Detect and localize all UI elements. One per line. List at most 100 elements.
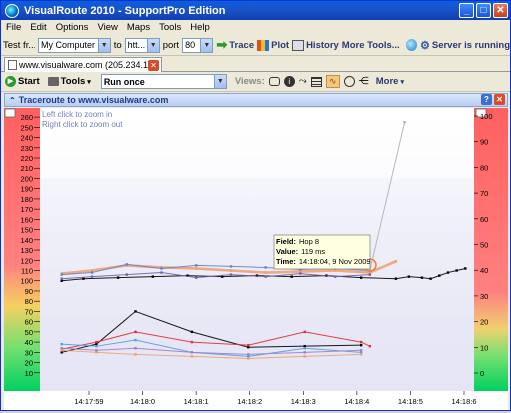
title-bar[interactable]: VisualRoute 2010 - SupportPro Edition _ … — [1, 1, 510, 20]
data-point — [160, 271, 163, 274]
trace-button[interactable]: ➡ Trace — [216, 37, 254, 53]
data-point — [95, 344, 98, 348]
view-list-icon[interactable] — [268, 77, 280, 86]
data-point — [247, 357, 250, 360]
views-label: Views: — [234, 76, 265, 87]
view-route-icon[interactable]: ⤳ — [299, 76, 307, 87]
more-views-button[interactable]: More ▾ — [376, 76, 404, 87]
view-clock-icon[interactable] — [343, 76, 355, 87]
y-left-tick-label: 150 — [20, 226, 33, 235]
data-point — [303, 347, 306, 350]
data-point — [134, 347, 137, 350]
x-tick-label: 14:18:0 — [130, 397, 155, 406]
menu-file[interactable]: File — [6, 22, 21, 33]
maximize-button[interactable]: □ — [476, 3, 491, 18]
data-point — [95, 340, 98, 344]
y-left-tick-label: 250 — [20, 123, 33, 132]
view-info-icon[interactable]: i — [283, 76, 295, 87]
y-right-tick-label: 40 — [480, 266, 488, 275]
y-right-tick-label: 80 — [480, 163, 488, 172]
view-network-icon[interactable]: ⋲ — [359, 76, 369, 87]
data-point — [60, 273, 63, 276]
data-point — [359, 340, 363, 344]
y-left-tick-label: 40 — [25, 338, 33, 347]
latency-graph[interactable]: 10 20 30 40 50 60 70 80 90 100 110 120 130 140 150 160 1… — [4, 108, 508, 410]
minimize-button[interactable]: _ — [459, 3, 474, 18]
data-point — [359, 343, 363, 347]
x-tick-label: 14:18:1 — [184, 397, 209, 406]
more-tools-button[interactable]: More Tools... — [342, 40, 400, 51]
tooltip-value-value: 119 ms — [301, 247, 325, 256]
data-point — [303, 330, 306, 334]
view-graph-icon[interactable]: ∿ — [325, 75, 340, 88]
x-tick-label: 14:18:2 — [237, 397, 262, 406]
run-mode-select[interactable]: Run once ▼ — [100, 74, 227, 89]
data-point — [407, 275, 411, 278]
menu-options[interactable]: Options — [56, 22, 89, 33]
latency-graph-svg[interactable]: 1020304050607080901001101201301401501601… — [4, 108, 508, 410]
svg-text:Value:119 ms: Value: 119 ms — [276, 247, 325, 256]
menu-help[interactable]: Help — [190, 22, 210, 33]
tooltip-value-label: Value: — [276, 247, 298, 256]
help-icon[interactable]: ? — [481, 94, 492, 105]
port-value: 80 — [185, 40, 196, 50]
menu-edit[interactable]: Edit — [30, 22, 46, 33]
port-select[interactable]: 80 ▼ — [182, 37, 214, 53]
view-table-icon[interactable] — [310, 76, 322, 87]
y-right-tick-label: 50 — [480, 241, 488, 250]
start-button[interactable]: ▶ Start — [5, 76, 40, 87]
menu-tools[interactable]: Tools — [159, 22, 181, 33]
y-left-tick-label: 220 — [20, 154, 33, 163]
chevron-down-icon: ▼ — [146, 38, 159, 52]
data-point — [60, 347, 63, 350]
y-left-tick-label: 200 — [20, 174, 33, 183]
run-mode-value: Run once — [103, 76, 145, 87]
history-button[interactable]: History — [292, 39, 339, 51]
menu-maps[interactable]: Maps — [127, 22, 150, 33]
data-point — [303, 355, 306, 358]
tooltip-time-value: 14:18:04, 9 Nov 2009 — [299, 257, 371, 266]
test-from-select[interactable]: My Computer ▼ — [38, 37, 111, 53]
y-left-tick-label: 10 — [25, 369, 33, 378]
y-right-tick-label: 60 — [480, 215, 488, 224]
play-icon: ▶ — [5, 76, 16, 87]
menu-bar: File Edit Options View Maps Tools Help — [1, 20, 510, 35]
data-point — [299, 270, 302, 273]
server-status[interactable]: ⚙ Server is running — [420, 39, 510, 52]
collapse-icon[interactable]: ⌃ — [9, 96, 16, 105]
y-right-tick-label: 70 — [480, 189, 488, 198]
tab-trace[interactable]: www.visualware.com (205.234.11... ✕ — [4, 57, 162, 72]
main-toolbar: Test fr... My Computer ▼ to htt... ▼ por… — [1, 35, 510, 56]
tab-label: www.visualware.com (205.234.11... — [19, 60, 160, 70]
data-point — [60, 349, 63, 352]
tab-bar: www.visualware.com (205.234.11... ✕ — [1, 56, 510, 72]
chevron-down-icon: ▾ — [87, 78, 91, 86]
data-point — [134, 338, 137, 342]
zoom-icon — [4, 108, 16, 118]
target-select[interactable]: htt... ▼ — [124, 37, 160, 53]
y-left-tick-label: 190 — [20, 185, 33, 194]
data-point — [195, 267, 198, 270]
data-point — [333, 275, 337, 278]
data-point — [90, 275, 94, 278]
data-point — [290, 275, 293, 278]
data-point — [247, 346, 250, 349]
data-point — [264, 271, 267, 274]
y-right-tick-label: 20 — [480, 318, 488, 327]
data-point — [264, 275, 267, 278]
y-right-tick-label: 10 — [480, 343, 488, 352]
hint-zoom-in: Left click to zoom in — [42, 110, 112, 119]
data-point — [95, 351, 98, 354]
close-button[interactable]: ✕ — [493, 3, 508, 18]
data-point — [195, 276, 198, 279]
tab-close-icon[interactable]: ✕ — [148, 60, 159, 71]
data-point — [160, 267, 163, 270]
data-point — [82, 277, 85, 280]
tools-dropdown[interactable]: Tools ▾ — [47, 76, 91, 87]
menu-view[interactable]: View — [97, 22, 117, 33]
close-panel-icon[interactable]: ✕ — [494, 94, 505, 105]
data-point — [403, 121, 406, 124]
window-title: VisualRoute 2010 - SupportPro Edition — [24, 4, 226, 17]
plot-button[interactable]: Plot — [257, 39, 289, 51]
to-label: to — [113, 39, 122, 51]
